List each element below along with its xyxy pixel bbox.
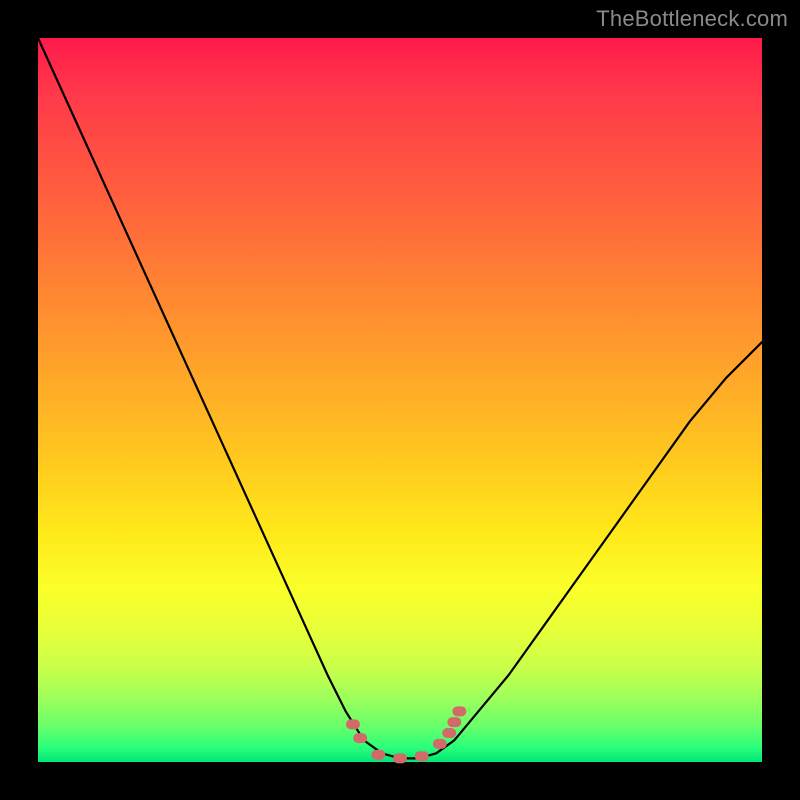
watermark-text: TheBottleneck.com (596, 6, 788, 32)
marker-point (393, 753, 407, 763)
curve-svg (38, 38, 762, 762)
marker-point (371, 750, 385, 760)
bottleneck-curve (38, 38, 762, 758)
marker-point (353, 733, 367, 743)
plot-area (38, 38, 762, 762)
marker-point (346, 719, 360, 729)
marker-point (447, 717, 461, 727)
marker-point (415, 751, 429, 761)
highlight-markers (346, 706, 466, 763)
chart-frame: TheBottleneck.com (0, 0, 800, 800)
marker-point (442, 728, 456, 738)
marker-point (452, 706, 466, 716)
marker-point (433, 739, 447, 749)
